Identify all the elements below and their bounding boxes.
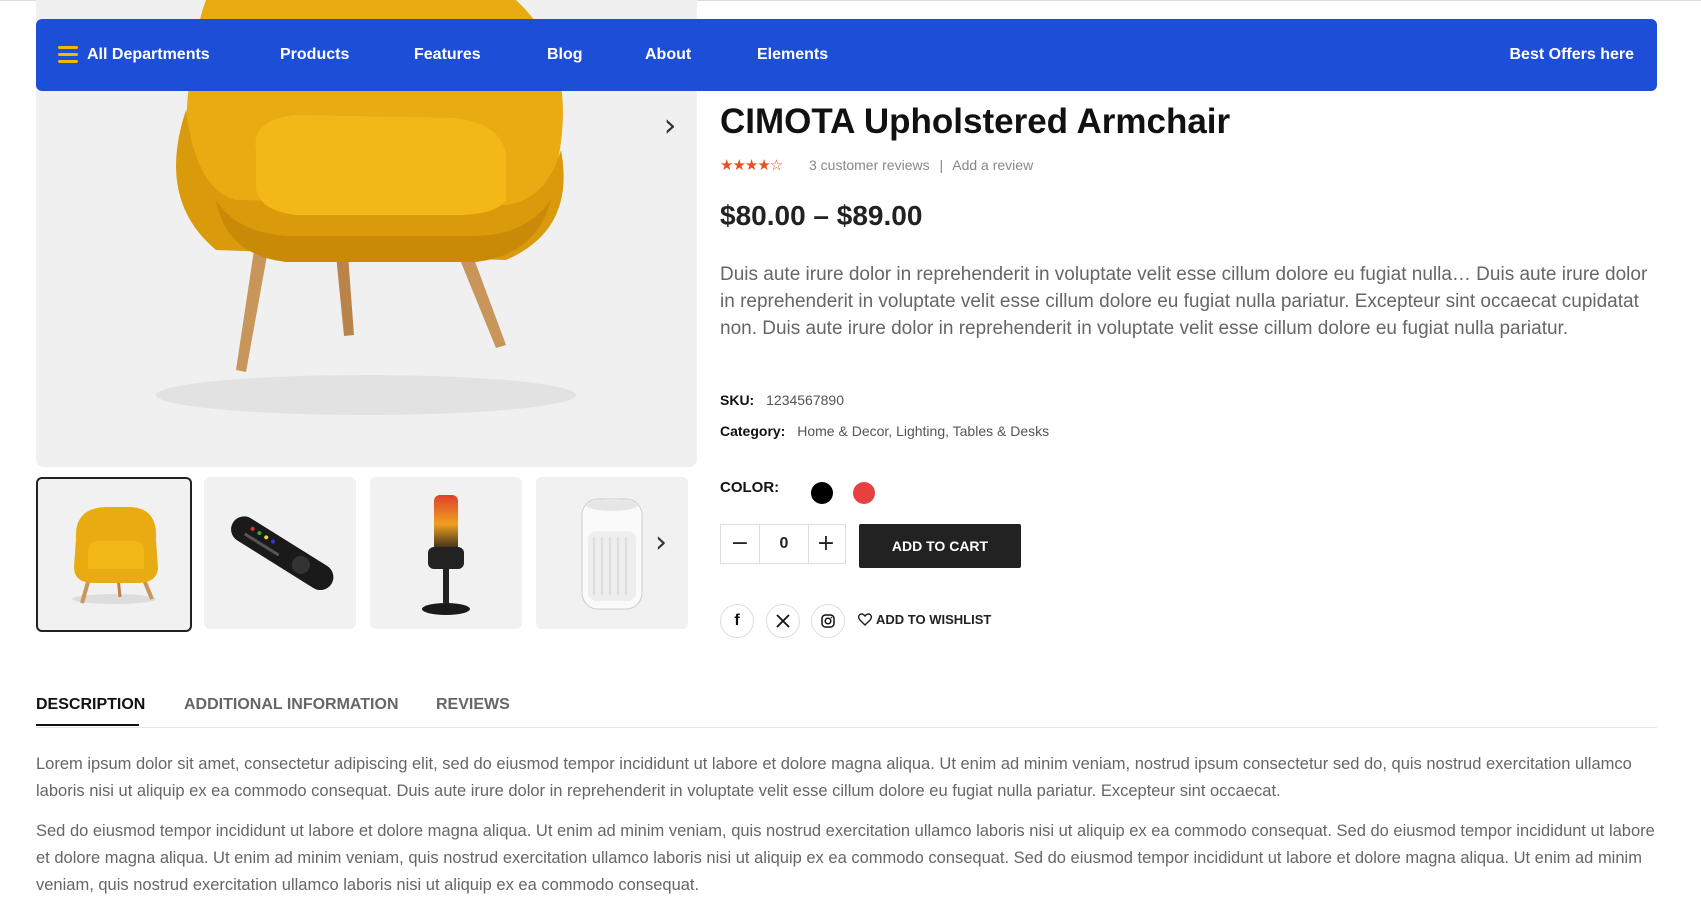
add-to-cart-button[interactable]: ADD TO CART bbox=[859, 524, 1021, 568]
description-paragraph-1: Lorem ipsum dolor sit amet, consectetur … bbox=[36, 755, 1632, 800]
x-icon[interactable] bbox=[766, 604, 800, 638]
product-title: CIMOTA Upholstered Armchair bbox=[720, 102, 1231, 141]
tv-remote-image bbox=[231, 516, 334, 591]
instagram-icon[interactable] bbox=[811, 604, 845, 638]
nav-features[interactable]: Features bbox=[414, 19, 481, 91]
tabs-divider bbox=[36, 727, 1657, 728]
add-to-wishlist-button[interactable]: ADD TO WISHLIST bbox=[857, 612, 992, 627]
quantity-increase-button[interactable]: + bbox=[807, 525, 845, 563]
thumbnail-armchair[interactable] bbox=[36, 477, 192, 632]
color-label: COLOR: bbox=[720, 479, 780, 496]
rating-stars: ★★★★☆ bbox=[720, 156, 783, 174]
nav-products[interactable]: Products bbox=[280, 19, 349, 91]
nav-blog[interactable]: Blog bbox=[547, 19, 583, 91]
color-swatch-red[interactable] bbox=[853, 482, 875, 504]
nav-about[interactable]: About bbox=[645, 19, 691, 91]
category-label: Category: bbox=[720, 423, 786, 439]
main-navbar: All Departments Products Features Blog A… bbox=[36, 19, 1657, 91]
facebook-icon[interactable]: f bbox=[720, 604, 754, 638]
category-row: Category: Home & Decor, Lighting, Tables… bbox=[720, 423, 1049, 439]
thumbnail-microphone[interactable] bbox=[370, 477, 522, 629]
wishlist-label: ADD TO WISHLIST bbox=[876, 612, 992, 627]
microphone-image bbox=[422, 495, 470, 615]
category-links[interactable]: Home & Decor, Lighting, Tables & Desks bbox=[797, 423, 1049, 439]
armchair-thumb-image bbox=[72, 507, 158, 604]
sku-label: SKU: bbox=[720, 392, 755, 408]
active-tab-indicator bbox=[36, 724, 139, 726]
quantity-stepper: − 0 + bbox=[720, 524, 846, 564]
sku-value: 1234567890 bbox=[766, 392, 844, 408]
tab-additional-information[interactable]: ADDITIONAL INFORMATION bbox=[184, 696, 399, 714]
nav-best-offers[interactable]: Best Offers here bbox=[1510, 19, 1635, 91]
nav-elements[interactable]: Elements bbox=[757, 19, 828, 91]
description-paragraph-2: Sed do eiusmod tempor incididunt ut labo… bbox=[36, 822, 1655, 894]
add-review-link[interactable]: Add a review bbox=[952, 157, 1033, 173]
quantity-decrease-button[interactable]: − bbox=[721, 525, 759, 563]
thumbnail-strip bbox=[36, 477, 688, 632]
product-price: $80.00 – $89.00 bbox=[720, 200, 923, 231]
customer-reviews-link[interactable]: 3 customer reviews bbox=[809, 157, 930, 173]
next-thumbnail-arrow-icon[interactable]: › bbox=[655, 525, 667, 560]
review-separator: | bbox=[939, 157, 944, 173]
next-image-arrow-icon[interactable]: › bbox=[655, 109, 685, 141]
product-short-description: Duis aute irure dolor in reprehenderit i… bbox=[720, 264, 1648, 339]
sku-row: SKU: 1234567890 bbox=[720, 392, 844, 408]
menu-icon[interactable] bbox=[58, 46, 78, 64]
thumbnail-tv-remote[interactable] bbox=[204, 477, 356, 629]
nav-all-departments[interactable]: All Departments bbox=[87, 19, 210, 91]
heart-icon bbox=[857, 613, 873, 626]
tab-reviews[interactable]: REVIEWS bbox=[436, 696, 510, 714]
quantity-input[interactable]: 0 bbox=[759, 525, 809, 563]
tab-description[interactable]: DESCRIPTION bbox=[36, 696, 145, 714]
color-swatch-black[interactable] bbox=[811, 482, 833, 504]
reviews-row: 3 customer reviews | Add a review bbox=[809, 157, 1033, 173]
